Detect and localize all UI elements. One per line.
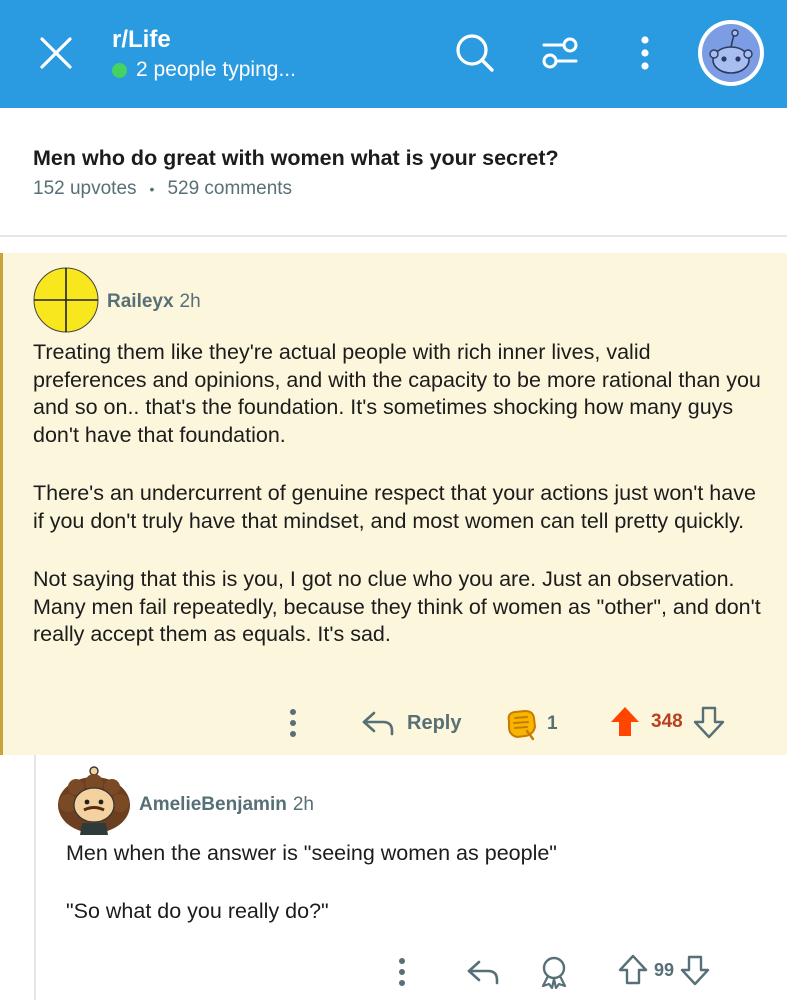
comment-more-button[interactable]: [396, 956, 408, 988]
subreddit-name[interactable]: r/Life: [112, 26, 171, 54]
upvote-filled-icon[interactable]: [609, 705, 641, 739]
comment-author-line: AmelieBenjamin 2h: [139, 794, 314, 816]
divider: [0, 235, 787, 237]
comment-author[interactable]: Raileyx: [107, 291, 174, 312]
post-title[interactable]: Men who do great with women what is your…: [33, 146, 559, 171]
award-button[interactable]: 1: [503, 707, 558, 741]
crosshair-avatar-icon[interactable]: [33, 267, 99, 333]
vote-controls: 99: [618, 954, 710, 986]
more-vertical-icon: [399, 958, 405, 986]
award-button[interactable]: [538, 955, 570, 989]
award-count: 1: [547, 713, 558, 734]
filter-button[interactable]: [535, 28, 585, 78]
close-icon: [40, 37, 72, 69]
online-indicator-icon: [112, 62, 127, 78]
upvote-icon[interactable]: [618, 954, 648, 986]
typing-status-text: 2 people typing...: [136, 58, 296, 81]
gold-award-icon: [507, 709, 537, 741]
comment-body: Treating them like they're actual people…: [33, 339, 763, 680]
comment-time: 2h: [292, 794, 314, 815]
search-button[interactable]: [450, 28, 500, 78]
reply-label: Reply: [407, 711, 462, 734]
comment-body: Men when the answer is "seeing women as …: [66, 840, 766, 956]
comment-actions: 99: [0, 952, 787, 992]
vote-score: 99: [654, 959, 675, 980]
snoo-avatar-icon: [709, 29, 753, 74]
reply-arrow-icon: [467, 960, 499, 985]
more-options-button[interactable]: [620, 28, 670, 78]
comment-highlighted: Raileyx 2h Treating them like they're act…: [0, 253, 787, 755]
vote-score: 348: [651, 711, 683, 732]
downvote-icon[interactable]: [680, 954, 710, 986]
filter-icon: [542, 37, 578, 69]
downvote-icon[interactable]: [693, 705, 725, 739]
comment-paragraph: There's an undercurrent of genuine respe…: [33, 481, 756, 533]
more-vertical-icon: [641, 36, 649, 70]
comment-paragraph: Men when the answer is "seeing women as …: [66, 841, 557, 865]
reply-button[interactable]: Reply: [361, 709, 461, 737]
upvote-count: 152 upvotes: [33, 178, 137, 199]
search-icon: [456, 34, 494, 72]
comment-time: 2h: [179, 291, 201, 312]
comment-author[interactable]: AmelieBenjamin: [139, 794, 287, 815]
reply-button[interactable]: [466, 958, 500, 986]
close-button[interactable]: [28, 28, 84, 78]
meta-separator: •: [149, 181, 155, 197]
comment-author-line: Raileyx 2h: [107, 291, 201, 313]
top-bar: r/Life 2 people typing...: [0, 0, 787, 108]
comment-actions: Reply 1 348: [3, 703, 787, 743]
comment-paragraph: Not saying that this is you, I got no cl…: [33, 567, 761, 646]
comment-paragraph: "So what do you really do?": [66, 899, 329, 923]
more-vertical-icon: [290, 709, 296, 737]
comment-count: 529 comments: [167, 178, 293, 199]
typing-status: 2 people typing...: [112, 58, 296, 82]
reply-arrow-icon: [362, 711, 394, 736]
post-meta: 152 upvotes • 529 comments: [33, 178, 292, 200]
user-avatar[interactable]: [698, 20, 764, 86]
curly-hair-avatar-icon[interactable]: [56, 765, 132, 835]
award-outline-icon: [541, 956, 567, 989]
comment-more-button[interactable]: [287, 707, 299, 739]
comment-paragraph: Treating them like they're actual people…: [33, 340, 761, 447]
vote-controls: 348: [609, 705, 725, 739]
